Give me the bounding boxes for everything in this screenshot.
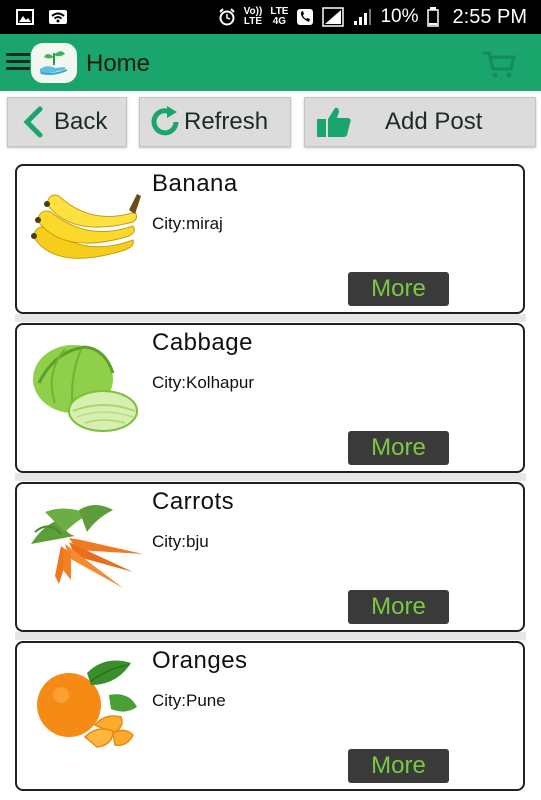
more-button[interactable]: More	[348, 431, 449, 465]
item-name: Oranges	[152, 647, 248, 674]
hamburger-menu-icon[interactable]	[6, 53, 30, 71]
refresh-button[interactable]: Refresh	[139, 97, 291, 147]
battery-percent: 10%	[380, 6, 419, 27]
add-post-button[interactable]: Add Post	[304, 97, 536, 147]
item-name: Carrots	[152, 488, 235, 515]
battery-icon	[426, 7, 439, 27]
divider	[15, 632, 526, 640]
oranges-image	[37, 660, 137, 748]
signal-icon-2	[354, 9, 372, 25]
wifi-icon	[49, 10, 67, 24]
back-button[interactable]: Back	[7, 97, 127, 147]
item-city: City:Pune	[152, 691, 226, 710]
chevron-left-icon	[23, 106, 43, 138]
gallery-icon	[16, 9, 34, 25]
cart-icon[interactable]	[481, 49, 517, 79]
more-button[interactable]: More	[348, 590, 449, 624]
divider	[15, 314, 526, 322]
call-icon	[297, 9, 314, 25]
item-city: City:Kolhapur	[152, 373, 255, 392]
app-logo	[31, 43, 77, 83]
list-item[interactable]: Cabbage City:Kolhapur More	[15, 323, 525, 473]
item-name: Banana	[152, 170, 238, 197]
list-item[interactable]: Banana City:miraj More	[15, 164, 525, 314]
lte-indicator: LTE 4G	[270, 6, 289, 27]
list-item[interactable]: Carrots City:bju More	[15, 482, 525, 632]
refresh-icon	[151, 106, 179, 136]
status-bar: Vo)) LTE LTE 4G 10% 2:55 PM	[0, 0, 541, 34]
carrots-image	[31, 505, 143, 588]
list-item[interactable]: Oranges City:Pune More	[15, 641, 525, 791]
clock: 2:55 PM	[452, 5, 527, 28]
thumbs-up-icon	[317, 107, 351, 137]
more-button[interactable]: More	[348, 272, 449, 306]
back-label: Back	[54, 108, 108, 135]
divider	[15, 473, 526, 481]
add-post-label: Add Post	[385, 108, 483, 135]
banana-image	[31, 194, 141, 259]
signal-icon-1	[322, 7, 345, 27]
page-title: Home	[86, 50, 151, 77]
more-button[interactable]: More	[348, 749, 449, 783]
app-bar: Home	[0, 34, 541, 91]
item-name: Cabbage	[152, 329, 253, 356]
cabbage-image	[33, 345, 138, 432]
item-city: City:bju	[152, 532, 209, 551]
product-list[interactable]: Banana City:miraj More Cabbage City:Kolh…	[0, 158, 541, 800]
volte-indicator: Vo)) LTE	[243, 6, 263, 27]
refresh-label: Refresh	[184, 108, 269, 135]
item-city: City:miraj	[152, 214, 223, 233]
alarm-icon	[218, 8, 235, 26]
hand-plant-icon	[40, 51, 68, 75]
action-toolbar: Back Refresh Add Post	[0, 91, 541, 158]
